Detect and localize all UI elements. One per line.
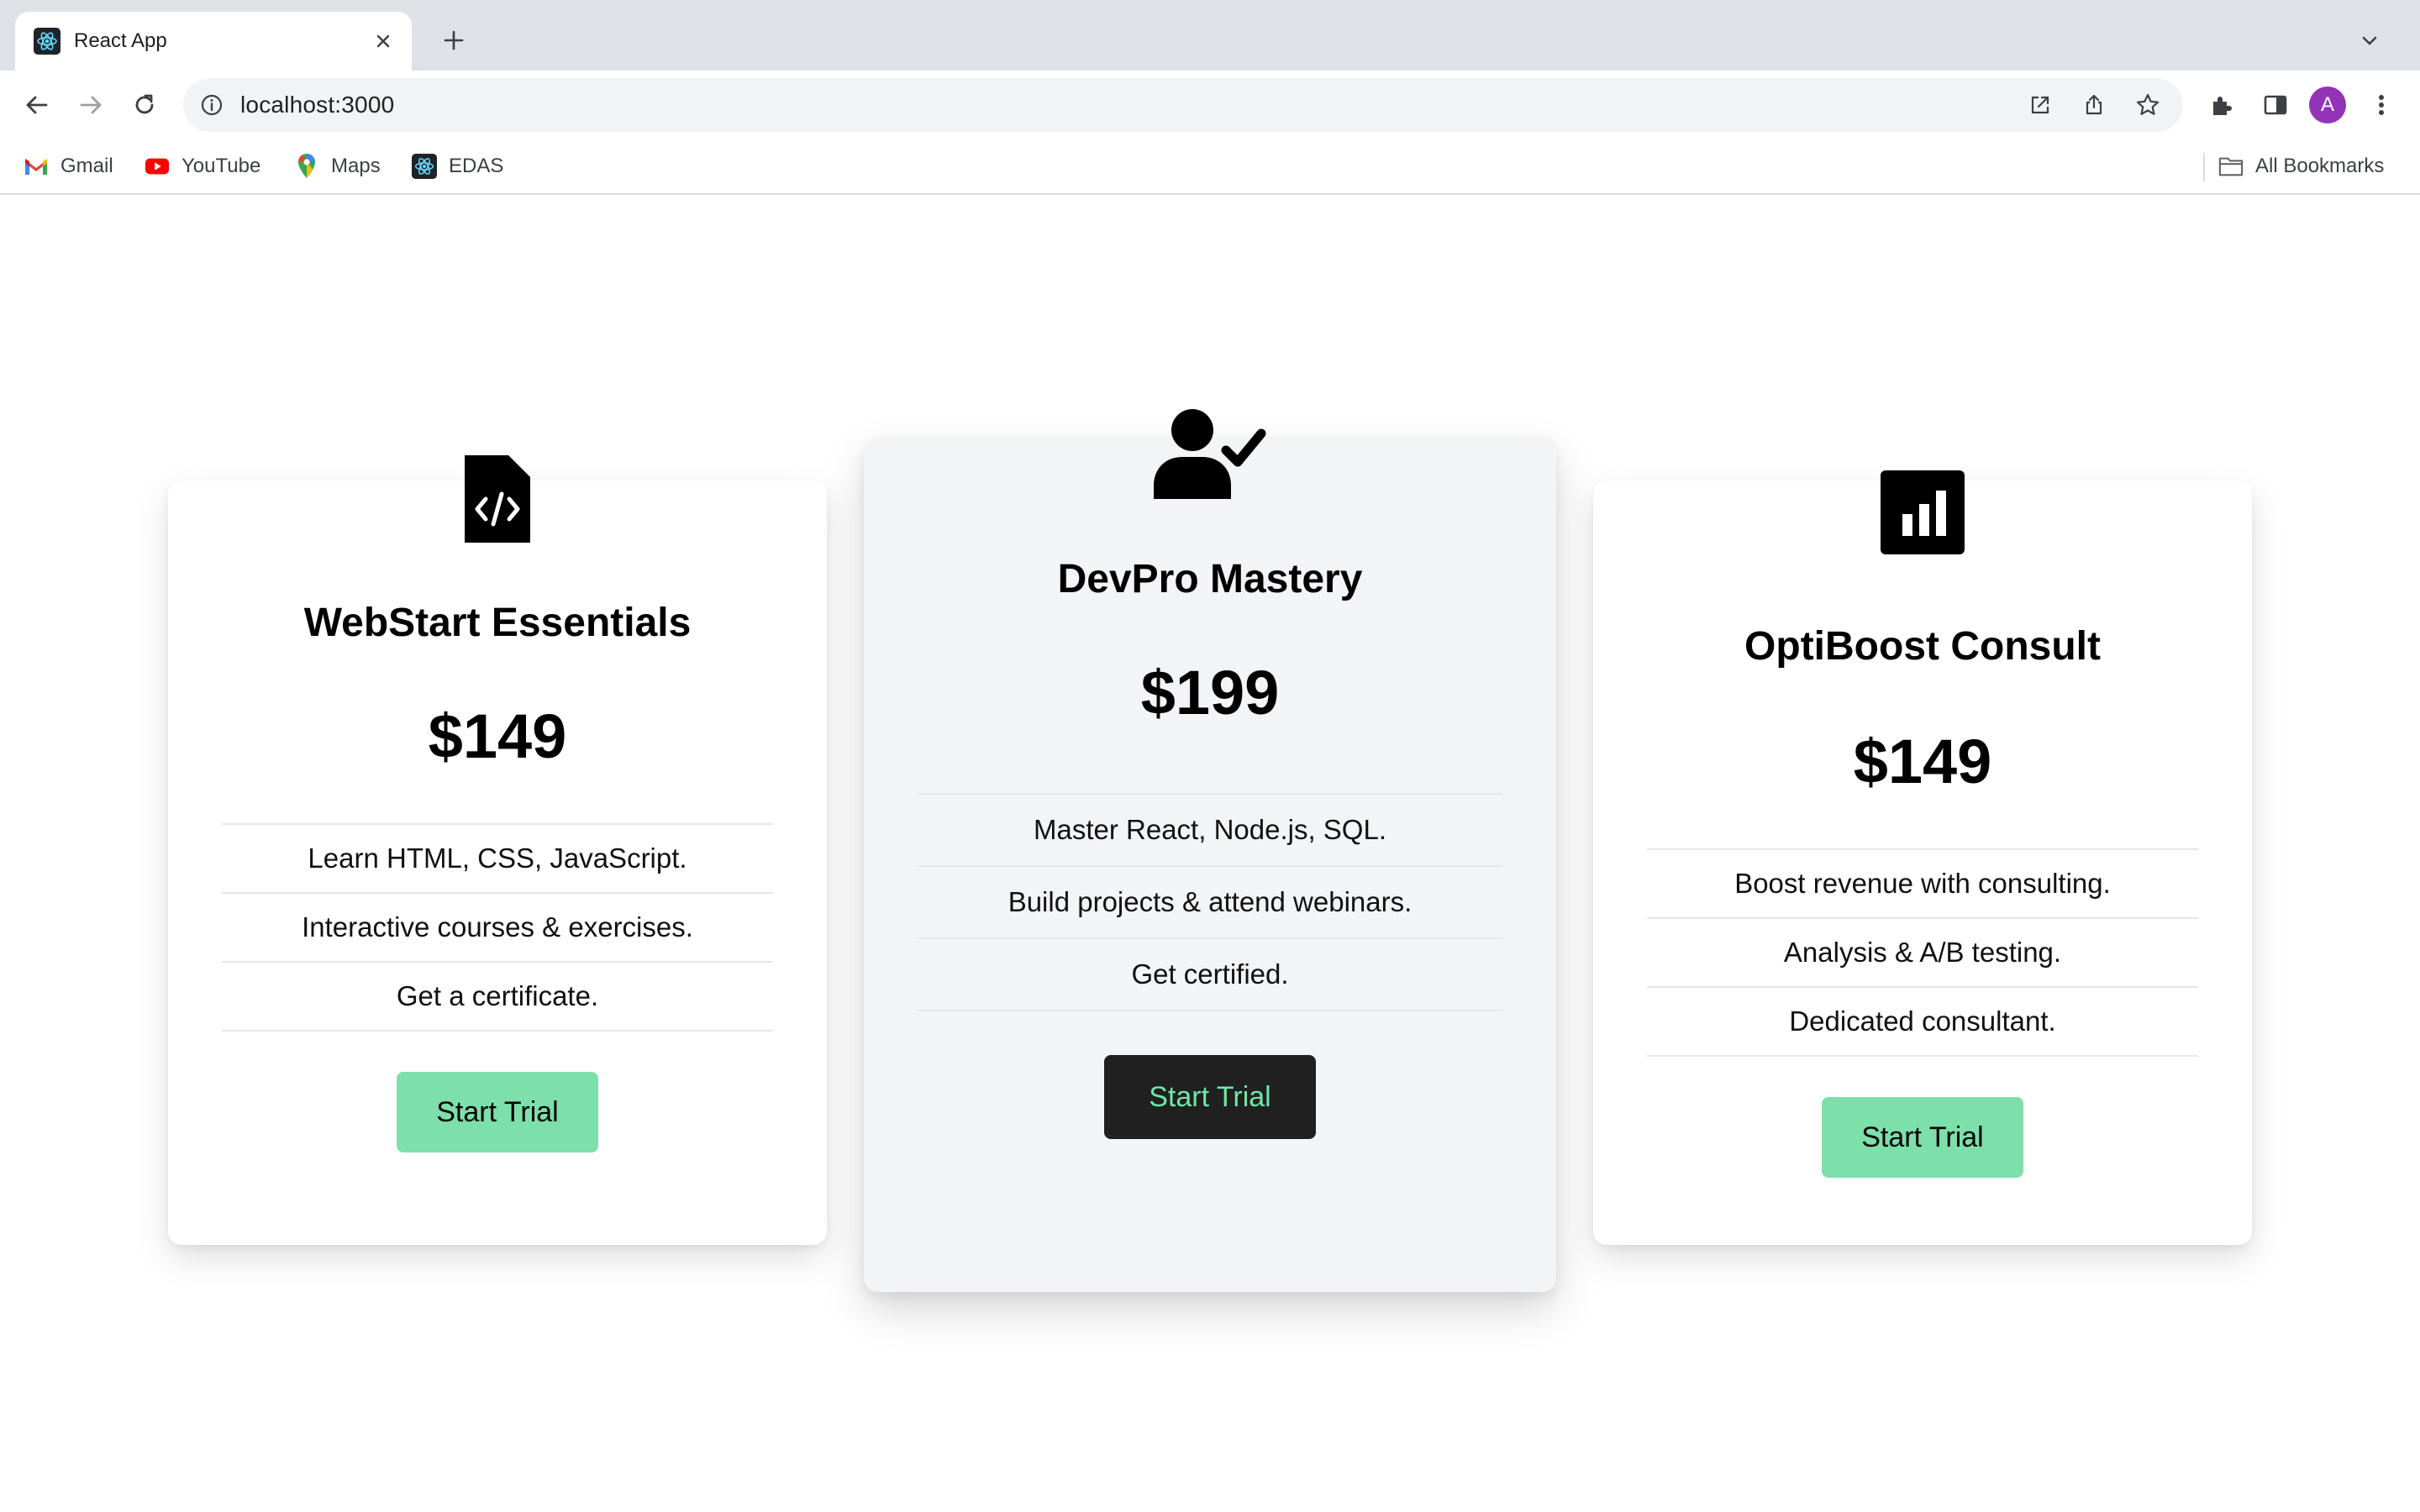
bookmark-label: EDAS	[449, 155, 504, 177]
react-logo-icon	[412, 154, 437, 179]
pricing-card-devpro: DevPro Mastery $199 Master React, Node.j…	[864, 409, 1556, 1292]
feature-list: Master React, Node.js, SQL. Build projec…	[918, 793, 1502, 1011]
feature-item: Interactive courses & exercises.	[222, 894, 773, 963]
all-bookmarks[interactable]: All Bookmarks	[2218, 150, 2384, 183]
pricing-card-optiboost: OptiBoost Consult $149 Boost revenue wit…	[1593, 470, 2252, 1245]
tab-title: React App	[74, 29, 167, 52]
feature-list: Boost revenue with consulting. Analysis …	[1647, 848, 2198, 1057]
chart-square-icon	[1881, 470, 1965, 559]
back-icon[interactable]	[18, 87, 55, 123]
bookmark-gmail[interactable]: Gmail	[24, 150, 113, 183]
bookmark-label: Maps	[331, 155, 381, 177]
plan-title: OptiBoost Consult	[1744, 624, 2101, 669]
start-trial-button[interactable]: Start Trial	[397, 1072, 598, 1152]
bookmark-label: Gmail	[60, 155, 113, 177]
browser-tab[interactable]: React App	[15, 12, 412, 71]
feature-list: Learn HTML, CSS, JavaScript. Interactive…	[222, 823, 773, 1032]
feature-item: Analysis & A/B testing.	[1647, 919, 2198, 988]
bookmark-maps[interactable]: Maps	[294, 150, 381, 183]
browser-toolbar: localhost:3000 A	[0, 71, 2420, 139]
profile-avatar[interactable]: A	[2309, 87, 2346, 123]
start-trial-button[interactable]: Start Trial	[1104, 1055, 1316, 1139]
feature-item: Learn HTML, CSS, JavaScript.	[222, 825, 773, 894]
pricing-card-webstart: WebStart Essentials $149 Learn HTML, CSS…	[168, 455, 827, 1245]
reload-icon[interactable]	[126, 87, 163, 123]
youtube-icon	[145, 154, 170, 179]
bookmark-edas[interactable]: EDAS	[412, 150, 503, 183]
plan-title: WebStart Essentials	[303, 601, 692, 645]
feature-item: Build projects & attend webinars.	[918, 867, 1502, 939]
feature-item: Get certified.	[918, 939, 1502, 1011]
all-bookmarks-label: All Bookmarks	[2255, 155, 2385, 177]
chevron-down-icon[interactable]	[2354, 25, 2385, 55]
bookmark-label: YouTube	[182, 155, 261, 177]
bookmark-youtube[interactable]: YouTube	[145, 150, 260, 183]
plan-price: $149	[1853, 727, 1992, 796]
new-tab-icon[interactable]	[437, 24, 471, 57]
start-trial-button[interactable]: Start Trial	[1822, 1097, 2023, 1178]
share-icon[interactable]	[2075, 87, 2112, 123]
feature-item: Master React, Node.js, SQL.	[918, 795, 1502, 867]
open-in-app-icon[interactable]	[2022, 87, 2059, 123]
bookmarks-bar: Gmail YouTube Maps EDAS All Bookmarks	[0, 139, 2420, 195]
side-panel-icon[interactable]	[2257, 87, 2294, 123]
extensions-icon[interactable]	[2203, 87, 2240, 123]
feature-item: Boost revenue with consulting.	[1647, 850, 2198, 919]
more-menu-icon[interactable]	[2363, 87, 2400, 123]
feature-item: Get a certificate.	[222, 963, 773, 1032]
bookmarks-separator	[2203, 153, 2205, 181]
file-code-icon	[465, 455, 530, 547]
forward-icon[interactable]	[72, 87, 109, 123]
maps-icon	[294, 154, 319, 179]
react-logo-icon	[34, 28, 60, 55]
feature-item: Dedicated consultant.	[1647, 988, 2198, 1057]
close-tab-icon[interactable]	[370, 28, 397, 55]
plan-title: DevPro Mastery	[1057, 557, 1363, 601]
tab-strip: React App	[0, 0, 2420, 71]
bookmark-star-icon[interactable]	[2129, 87, 2166, 123]
plan-price: $199	[1140, 658, 1280, 727]
gmail-icon	[24, 154, 49, 179]
user-check-icon	[1154, 408, 1266, 503]
address-bar[interactable]: localhost:3000	[183, 78, 2183, 132]
site-info-icon[interactable]	[195, 88, 229, 122]
url-text[interactable]: localhost:3000	[240, 92, 2022, 118]
folder-icon	[2218, 154, 2244, 179]
plan-price: $149	[428, 701, 567, 771]
